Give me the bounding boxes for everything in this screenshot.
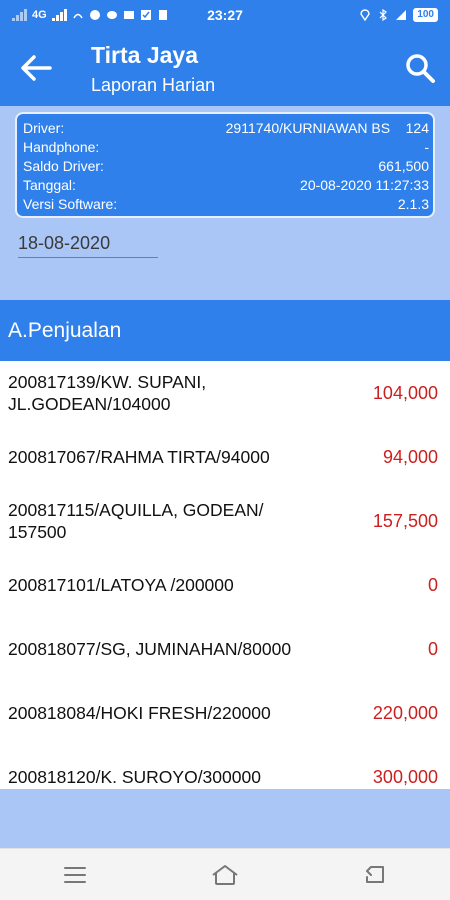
back-nav-icon — [366, 865, 384, 883]
home-icon — [212, 864, 238, 885]
info-label: Tanggal: — [23, 177, 76, 193]
info-row-handphone: Handphone: - — [23, 138, 429, 157]
sale-amount: 220,000 — [372, 702, 438, 723]
list-item[interactable]: 200817101/LATOYA /200000 0 — [0, 553, 450, 617]
driver-info-box: Driver: 2911740/KURNIAWAN BS 124 Handpho… — [15, 112, 435, 218]
info-label: Handphone: — [23, 139, 100, 155]
sales-list[interactable]: 200817139/KW. SUPANI, JL.GODEAN/104000 1… — [0, 361, 450, 789]
info-row-tanggal: Tanggal: 20-08-2020 11:27:33 — [23, 176, 429, 195]
home-button[interactable] — [195, 853, 255, 897]
info-value: 661,500 — [378, 158, 429, 174]
system-nav-bar — [0, 848, 450, 900]
sale-description: 200817139/KW. SUPANI, JL.GODEAN/104000 — [8, 372, 207, 414]
sale-amount: 0 — [427, 574, 438, 595]
sale-description: 200818084/HOKI FRESH/220000 — [8, 703, 271, 723]
sale-description: 200817101/LATOYA /200000 — [8, 575, 234, 595]
messenger-icon — [89, 10, 100, 20]
info-row-saldo: Saldo Driver: 661,500 — [23, 157, 429, 176]
list-item[interactable]: 200818084/HOKI FRESH/220000 220,000 — [0, 681, 450, 745]
clock: 23:27 — [207, 7, 243, 23]
cellular-icon — [396, 10, 407, 20]
info-value: 2911740/KURNIAWAN BS 124 — [225, 120, 429, 136]
sale-amount: 157,500 — [372, 510, 438, 531]
signal-icon — [12, 9, 27, 21]
info-row-versi: Versi Software: 2.1.3 — [23, 195, 429, 214]
sale-description: 200818077/SG, JUMINAHAN/80000 — [8, 639, 292, 659]
arrow-left-icon — [21, 55, 52, 81]
list-item[interactable]: 200818077/SG, JUMINAHAN/80000 0 — [0, 617, 450, 681]
bluetooth-icon — [379, 9, 388, 21]
mail-icon — [123, 11, 134, 19]
status-left: 4G — [12, 9, 169, 21]
date-field[interactable] — [18, 230, 158, 258]
sale-amount: 300,000 — [372, 766, 438, 787]
sale-amount: 0 — [427, 638, 438, 659]
page-subtitle: Laporan Harian — [91, 75, 216, 95]
network-type: 4G — [32, 9, 47, 21]
list-item[interactable]: 200817115/AQUILLA, GODEAN/ 157500 157,50… — [0, 489, 450, 553]
info-label: Versi Software: — [23, 196, 118, 212]
sale-amount: 104,000 — [372, 382, 438, 403]
app-bar: Tirta Jaya Laporan Harian — [0, 30, 450, 106]
section-header-penjualan: A.Penjualan — [0, 300, 450, 361]
menu-icon — [64, 866, 86, 883]
info-value: 2.1.3 — [397, 196, 429, 212]
list-item[interactable]: 200817067/RAHMA TIRTA/94000 94,000 — [0, 425, 450, 489]
document-icon — [158, 10, 167, 20]
back-nav-button[interactable] — [345, 853, 405, 897]
sale-description: 200817067/RAHMA TIRTA/94000 — [8, 447, 270, 467]
info-row-driver: Driver: 2911740/KURNIAWAN BS 124 — [23, 119, 429, 138]
back-button[interactable] — [16, 48, 56, 88]
message-icon — [106, 11, 117, 19]
location-icon — [360, 9, 371, 21]
info-label: Driver: — [23, 120, 65, 136]
page-title: Tirta Jaya — [91, 42, 198, 68]
bottom-panel — [0, 789, 450, 848]
info-value: - — [424, 139, 429, 155]
sale-amount: 94,000 — [382, 446, 438, 467]
battery-icon: 100 — [413, 8, 438, 22]
sale-description: 200818120/K. SUROYO/300000 — [8, 767, 261, 787]
recent-apps-button[interactable] — [45, 853, 105, 897]
info-value: 20-08-2020 11:27:33 — [300, 177, 429, 193]
search-button[interactable] — [400, 48, 440, 88]
status-right: 100 — [359, 0, 438, 30]
check-icon — [140, 10, 151, 20]
info-label: Saldo Driver: — [23, 158, 104, 174]
sale-description: 200817115/AQUILLA, GODEAN/ 157500 — [8, 500, 264, 542]
list-item[interactable]: 200818120/K. SUROYO/300000 300,000 — [0, 745, 450, 789]
list-item[interactable]: 200817139/KW. SUPANI, JL.GODEAN/104000 1… — [0, 361, 450, 425]
search-icon — [406, 54, 435, 83]
status-bar: 4G 23:27 100 — [0, 0, 450, 30]
signal-strength-icon — [51, 9, 67, 21]
info-area: Driver: 2911740/KURNIAWAN BS 124 Handpho… — [0, 106, 450, 300]
wifi-calling-icon — [73, 13, 83, 19]
